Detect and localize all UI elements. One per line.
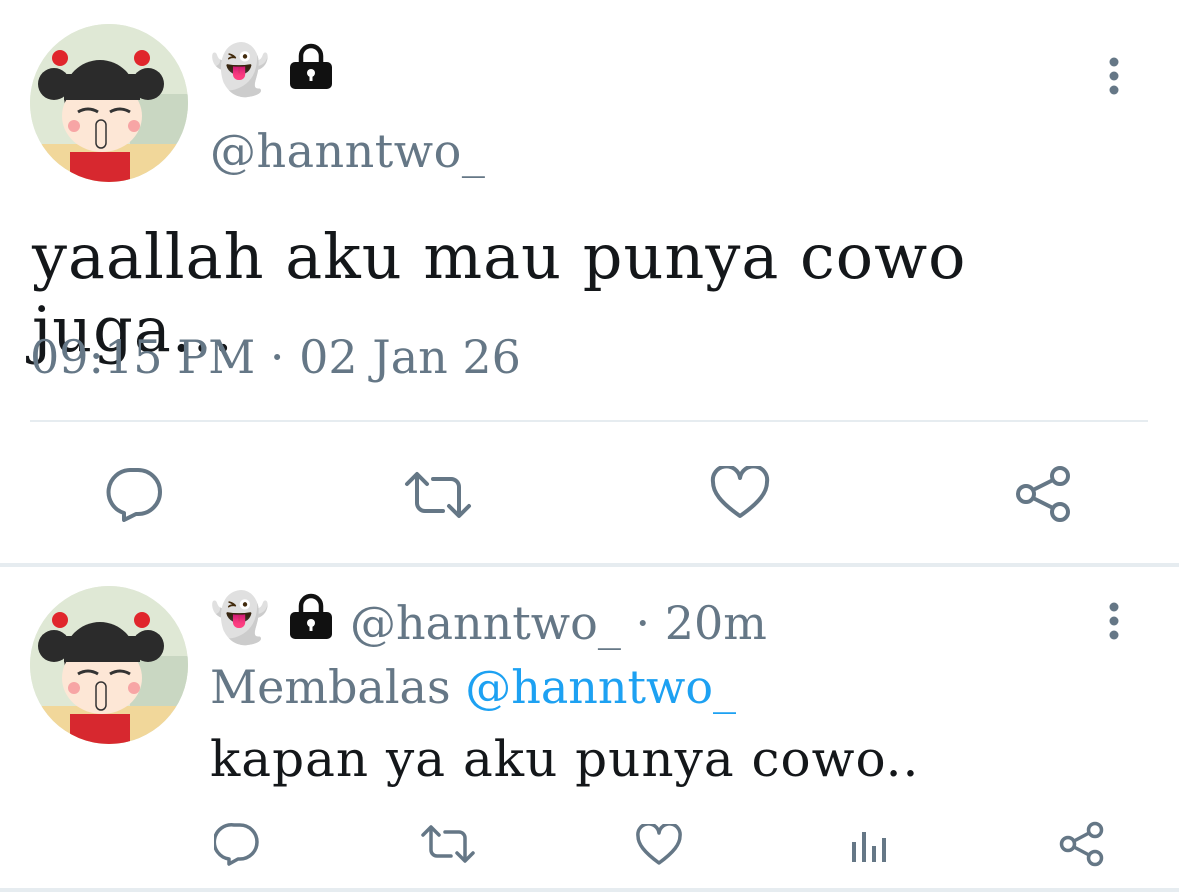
analytics-icon[interactable] <box>850 828 890 864</box>
like-icon[interactable] <box>710 466 770 520</box>
reply-user-handle[interactable]: @hanntwo_ <box>350 596 621 650</box>
reply-meta: @hanntwo_ · 20m <box>350 592 767 650</box>
reply-lock-icon <box>287 592 335 640</box>
reply-retweet-icon[interactable] <box>420 824 476 864</box>
reply-time: 20m <box>664 596 767 650</box>
divider <box>30 420 1148 422</box>
share-icon[interactable] <box>1014 464 1074 524</box>
ghost-emoji: 👻 <box>210 42 270 98</box>
replying-mention[interactable]: @hanntwo_ <box>465 660 736 714</box>
reply-icon[interactable] <box>104 466 164 522</box>
reply-like-icon[interactable] <box>636 824 682 866</box>
reply-time-separator: · <box>620 596 665 650</box>
lock-icon <box>287 42 335 90</box>
retweet-icon[interactable] <box>403 470 473 520</box>
replying-prefix: Membalas <box>210 660 451 714</box>
tweet-timestamp: 09:15 PM · 02 Jan 26 <box>30 330 521 384</box>
reply-tweet-text: kapan ya aku punya cowo.. <box>210 730 920 788</box>
bottom-divider <box>0 888 1179 892</box>
avatar[interactable] <box>30 24 188 182</box>
replying-to: Membalas @hanntwo_ <box>210 660 736 714</box>
reply-more-icon[interactable] <box>1104 600 1124 644</box>
reply-share-icon[interactable] <box>1058 820 1106 868</box>
more-icon[interactable] <box>1104 55 1124 99</box>
reply-ghost-emoji: 👻 <box>210 590 270 646</box>
user-handle[interactable]: @hanntwo_ <box>210 124 485 178</box>
reply-avatar[interactable] <box>30 586 188 744</box>
reply-reply-icon[interactable] <box>214 822 260 866</box>
section-divider <box>0 563 1179 567</box>
